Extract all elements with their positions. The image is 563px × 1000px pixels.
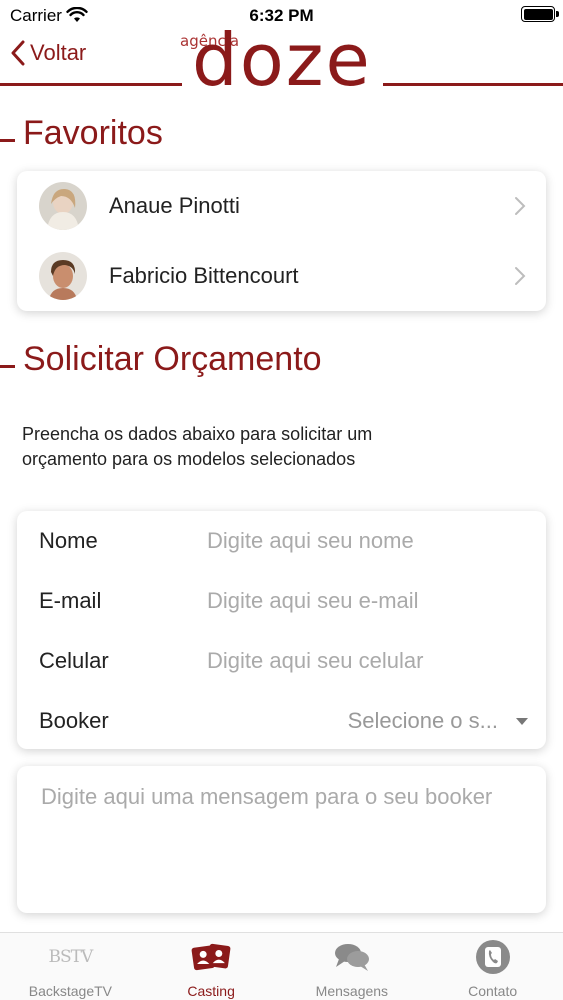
chat-bubbles-icon (332, 939, 372, 975)
back-label: Voltar (30, 40, 87, 65)
favorite-name: Anaue Pinotti (109, 193, 240, 218)
name-input[interactable] (207, 521, 527, 561)
favorites-title: Favoritos (23, 114, 163, 152)
quote-description: Preencha os dados abaixo para solicitar … (22, 424, 373, 469)
casting-icon (191, 939, 231, 975)
tab-backstagetv[interactable]: BSTV BackstageTV (0, 933, 141, 1000)
logo: agência doze (180, 16, 378, 102)
email-input[interactable] (207, 581, 527, 621)
booker-label: Booker (39, 708, 109, 733)
logo-main-text: doze (192, 18, 372, 102)
bstv-icon: BSTV (48, 939, 94, 975)
phone-input[interactable] (207, 641, 527, 681)
quote-form-card: Nome E-mail Celular Booker Selecione o s… (17, 511, 546, 749)
avatar (39, 182, 87, 230)
form-row-email: E-mail (17, 571, 546, 631)
tab-contato[interactable]: Contato (422, 933, 563, 1000)
tab-label: Mensagens (315, 983, 389, 999)
chevron-left-icon (11, 40, 25, 66)
dropdown-caret-icon (516, 718, 528, 725)
tab-label: Contato (468, 983, 518, 999)
battery-icon (521, 6, 559, 22)
favorites-section-title: Favoritos (0, 114, 163, 153)
tab-casting[interactable]: Casting (141, 933, 282, 1000)
chevron-right-icon (515, 197, 526, 215)
favorites-card: Anaue Pinotti Fabricio Bittencourt (17, 171, 546, 311)
form-row-phone: Celular (17, 631, 546, 691)
quote-title: Solicitar Orçamento (23, 340, 322, 378)
tab-label: BackstageTV (28, 983, 112, 999)
chevron-right-icon (515, 267, 526, 285)
message-card (17, 766, 546, 913)
quote-section-title: Solicitar Orçamento (0, 340, 322, 379)
tab-bar: BSTV BackstageTV Casting Mensagens Conta… (0, 932, 563, 1000)
avatar (39, 252, 87, 300)
favorite-name: Fabricio Bittencourt (109, 263, 299, 288)
phone-label: Celular (39, 648, 109, 673)
header: Voltar agência doze (0, 18, 563, 102)
name-label: Nome (39, 528, 98, 553)
title-dash (0, 139, 15, 142)
back-button[interactable]: Voltar (10, 40, 86, 66)
header-divider-right (383, 83, 563, 86)
tab-label: Casting (187, 983, 235, 999)
favorite-item[interactable]: Fabricio Bittencourt (17, 241, 546, 311)
phone-icon (473, 939, 513, 975)
tab-mensagens[interactable]: Mensagens (282, 933, 423, 1000)
favorite-item[interactable]: Anaue Pinotti (17, 171, 546, 241)
booker-selected-value: Selecione o s... (347, 708, 498, 733)
header-divider-left (0, 83, 182, 86)
booker-select[interactable]: Booker Selecione o s... (17, 691, 546, 751)
form-row-name: Nome (17, 511, 546, 571)
message-textarea[interactable] (17, 766, 546, 913)
email-label: E-mail (39, 588, 102, 613)
bstv-icon-text: BSTV (48, 947, 94, 967)
title-dash (0, 365, 15, 368)
